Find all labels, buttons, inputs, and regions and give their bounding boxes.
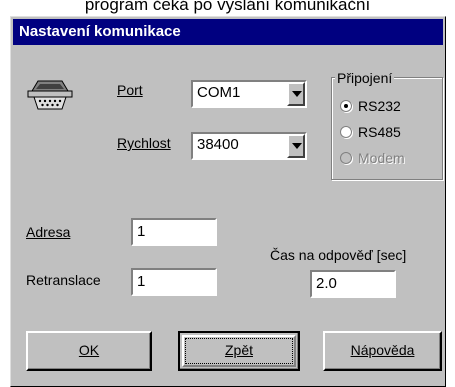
radio-rs232[interactable]: RS232: [340, 98, 401, 114]
speed-label: Rychlost: [117, 135, 171, 151]
speed-select[interactable]: 38400: [191, 132, 307, 160]
focus-rectangle: [185, 338, 293, 364]
port-label: Port: [117, 82, 143, 98]
port-select[interactable]: COM1: [191, 80, 307, 108]
back-button[interactable]: Zpět: [178, 331, 300, 371]
ok-button-label: OK: [78, 342, 100, 358]
address-label: Adresa: [26, 224, 71, 240]
radio-rs232-label: RS232: [358, 98, 401, 114]
timeout-label: Čas na odpověď [sec]: [270, 247, 407, 263]
speed-value: 38400: [197, 136, 239, 153]
address-input[interactable]: 1: [131, 218, 217, 246]
radio-unselected-icon: [340, 126, 352, 138]
radio-rs485-label: RS485: [358, 124, 401, 140]
serial-port-icon: [27, 80, 73, 110]
connection-group-title: Připojení: [335, 70, 395, 86]
port-dropdown-button[interactable]: [287, 82, 305, 106]
radio-modem-label: Modem: [358, 150, 405, 166]
dialog-title: Nastavení komunikace: [13, 19, 443, 45]
chevron-down-icon: [292, 143, 302, 149]
help-button-label: Nápověda: [350, 342, 415, 358]
timeout-input[interactable]: 2.0: [310, 270, 396, 298]
radio-disabled-icon: [340, 152, 352, 164]
chevron-down-icon: [292, 91, 302, 97]
port-value: COM1: [197, 84, 241, 101]
help-button[interactable]: Nápověda: [323, 331, 442, 371]
radio-modem: Modem: [340, 150, 405, 166]
radio-selected-icon: [340, 100, 352, 112]
speed-dropdown-button[interactable]: [287, 134, 305, 158]
ok-button[interactable]: OK: [26, 331, 152, 371]
background-caption: program čeká po vyslání komunikační: [84, 0, 371, 14]
retranslation-label: Retranslace: [26, 272, 101, 288]
retranslation-input[interactable]: 1: [131, 268, 217, 296]
radio-rs485[interactable]: RS485: [340, 124, 401, 140]
